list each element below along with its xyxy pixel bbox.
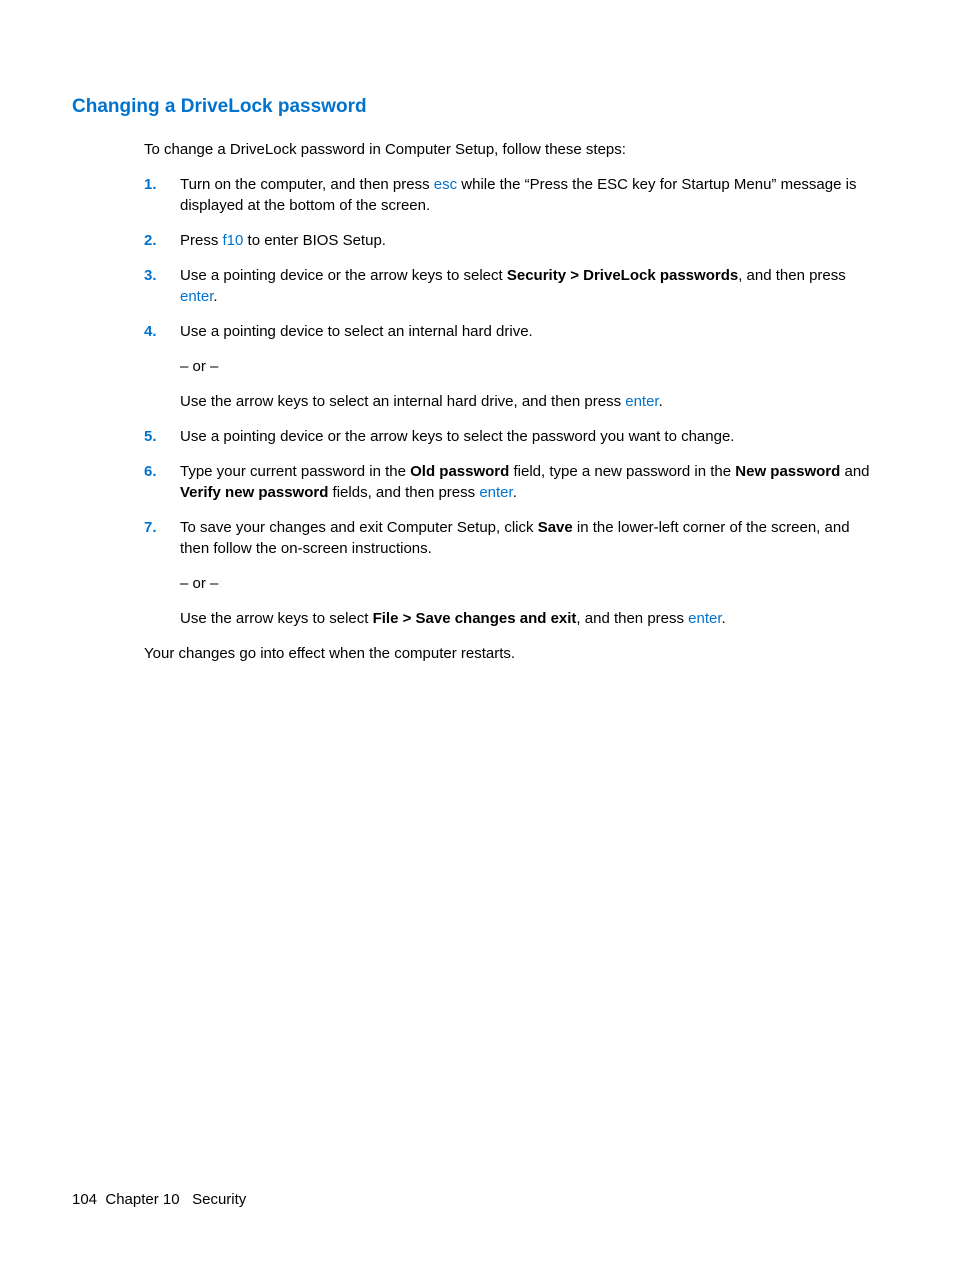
text-run: field, type a new password in the [509,463,735,480]
text-run: , and then press [576,610,688,627]
key-name: enter [688,610,721,627]
list-number: 1. [144,174,180,216]
step-paragraph: Use a pointing device to select an inter… [180,321,882,342]
text-run: Turn on the computer, and then press [180,176,434,193]
bold-text: Security > DriveLock passwords [507,267,738,284]
intro-paragraph: To change a DriveLock password in Comput… [144,139,882,160]
text-run: . [513,484,517,501]
list-content: Turn on the computer, and then press esc… [180,174,882,216]
step-paragraph: Press f10 to enter BIOS Setup. [180,230,882,251]
key-name: enter [479,484,512,501]
list-item: 5.Use a pointing device or the arrow key… [144,426,882,447]
list-content: Use a pointing device or the arrow keys … [180,426,882,447]
bold-text: File > Save changes and exit [373,610,577,627]
chapter-title: Security [192,1191,246,1208]
step-paragraph: Type your current password in the Old pa… [180,461,882,503]
text-run: and [840,463,869,480]
text-run: Press [180,232,223,249]
list-content: Press f10 to enter BIOS Setup. [180,230,882,251]
text-run: – or – [180,575,218,592]
page-number: 104 [72,1191,97,1208]
step-paragraph: – or – [180,573,882,594]
list-item: 1.Turn on the computer, and then press e… [144,174,882,216]
bold-text: Old password [410,463,509,480]
list-number: 7. [144,517,180,629]
key-name: enter [625,393,658,410]
list-number: 3. [144,265,180,307]
list-content: Use a pointing device to select an inter… [180,321,882,412]
text-run: Use a pointing device or the arrow keys … [180,267,507,284]
key-name: esc [434,176,457,193]
list-item: 6.Type your current password in the Old … [144,461,882,503]
chapter-label: Chapter 10 [105,1191,179,1208]
text-run: to enter BIOS Setup. [243,232,386,249]
step-paragraph: Turn on the computer, and then press esc… [180,174,882,216]
text-run: , and then press [738,267,846,284]
text-run: Use the arrow keys to select an internal… [180,393,625,410]
text-run: Use the arrow keys to select [180,610,373,627]
list-content: Use a pointing device or the arrow keys … [180,265,882,307]
text-run: Use a pointing device to select an inter… [180,323,533,340]
section-heading: Changing a DriveLock password [72,94,882,121]
text-run: To save your changes and exit Computer S… [180,519,538,536]
step-paragraph: Use a pointing device or the arrow keys … [180,426,882,447]
bold-text: Save [538,519,573,536]
list-item: 3.Use a pointing device or the arrow key… [144,265,882,307]
step-paragraph: To save your changes and exit Computer S… [180,517,882,559]
list-item: 4.Use a pointing device to select an int… [144,321,882,412]
text-run: . [659,393,663,410]
list-item: 2.Press f10 to enter BIOS Setup. [144,230,882,251]
page-footer: 104 Chapter 10 Security [72,1189,246,1210]
list-number: 4. [144,321,180,412]
text-run: . [213,288,217,305]
closing-paragraph: Your changes go into effect when the com… [144,643,882,664]
step-paragraph: Use the arrow keys to select File > Save… [180,608,882,629]
steps-list: 1.Turn on the computer, and then press e… [144,174,882,629]
key-name: f10 [223,232,244,249]
list-number: 2. [144,230,180,251]
list-content: Type your current password in the Old pa… [180,461,882,503]
step-paragraph: Use the arrow keys to select an internal… [180,391,882,412]
bold-text: New password [735,463,840,480]
text-run: – or – [180,358,218,375]
list-number: 5. [144,426,180,447]
list-number: 6. [144,461,180,503]
text-run: . [722,610,726,627]
list-content: To save your changes and exit Computer S… [180,517,882,629]
step-paragraph: – or – [180,356,882,377]
text-run: Type your current password in the [180,463,410,480]
key-name: enter [180,288,213,305]
list-item: 7.To save your changes and exit Computer… [144,517,882,629]
step-paragraph: Use a pointing device or the arrow keys … [180,265,882,307]
bold-text: Verify new password [180,484,328,501]
text-run: Use a pointing device or the arrow keys … [180,428,734,445]
text-run: fields, and then press [328,484,479,501]
